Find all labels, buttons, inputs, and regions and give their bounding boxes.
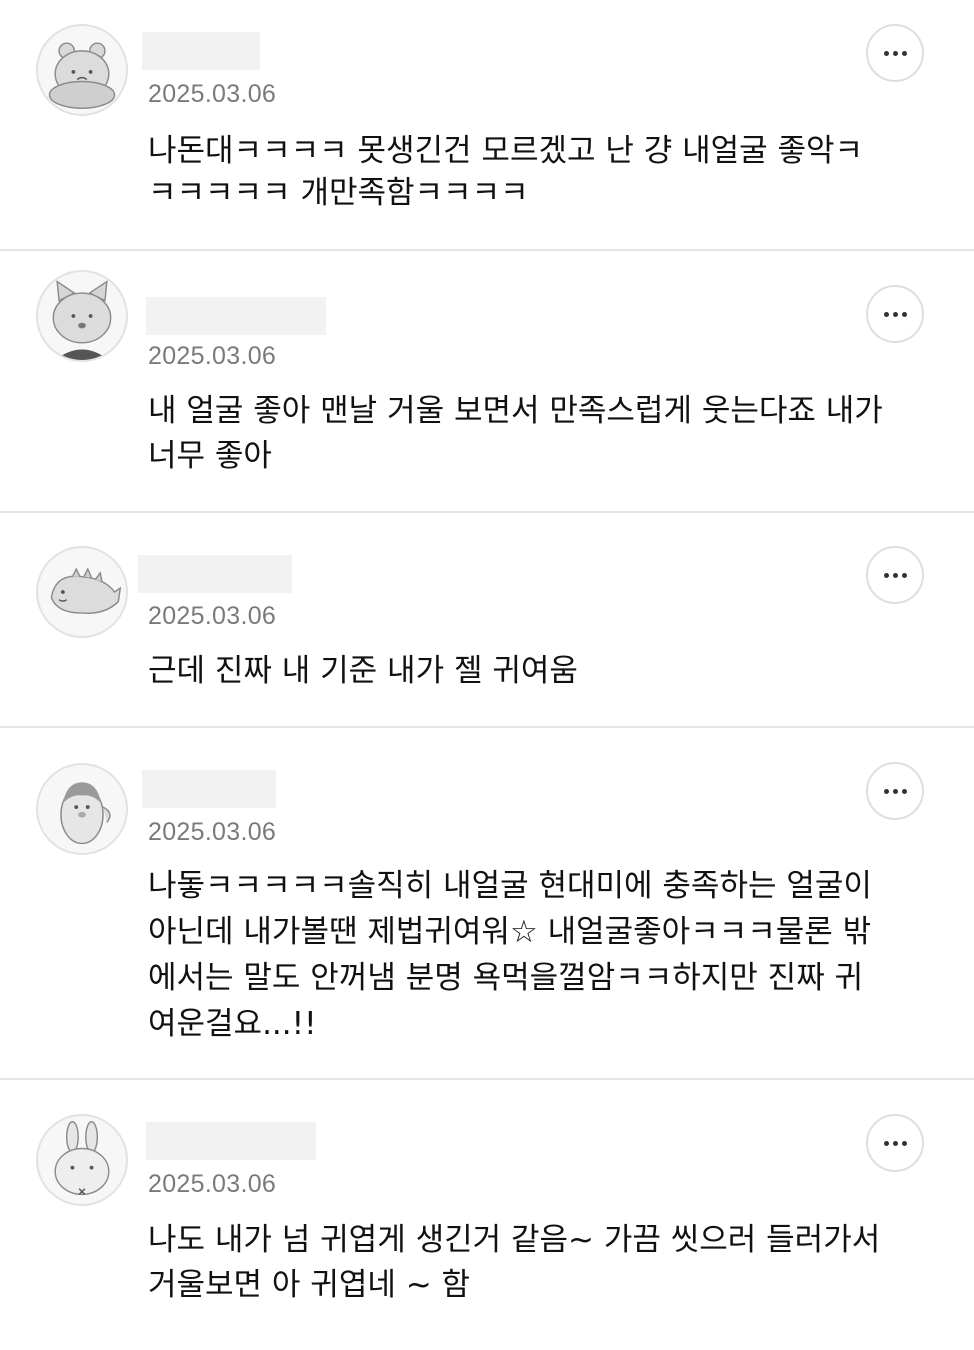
comment-item: 2025.03.06 근데 진짜 내 기준 내가 젤 귀여움: [0, 513, 974, 726]
comment-text-line: 나돈대ㅋㅋㅋㅋ 못생긴건 모르겠고 난 걍 내얼굴 좋악ㅋ: [148, 133, 864, 169]
comment-text-line: 나돟ㅋㅋㅋㅋㅋ솔직히 내얼굴 현대미에 충족하는 얼굴이: [148, 868, 872, 904]
username-redacted: [142, 770, 276, 808]
username-redacted: [146, 1122, 316, 1160]
comment-item: 2025.03.06 나도 내가 넘 귀엽게 생긴거 같음~ 가끔 씻으러 들러…: [0, 1080, 974, 1350]
comment-date: 2025.03.06: [148, 1170, 277, 1198]
ellipsis-icon: [883, 50, 907, 56]
avatar[interactable]: [36, 270, 128, 362]
avatar[interactable]: [36, 763, 128, 855]
comment-item: 2025.03.06 나돟ㅋㅋㅋㅋㅋ솔직히 내얼굴 현대미에 충족하는 얼굴이 …: [0, 728, 974, 1078]
rabbit-face-icon: [38, 1116, 126, 1204]
dinosaur-icon: [38, 548, 126, 636]
comment-text-line: ㅋㅋㅋㅋㅋ 개만족함ㅋㅋㅋㅋ: [148, 175, 529, 211]
comment-date: 2025.03.06: [148, 818, 277, 846]
comment-date: 2025.03.06: [148, 342, 277, 370]
username-redacted: [142, 32, 260, 70]
more-options-button[interactable]: [866, 546, 924, 604]
ellipsis-icon: [883, 311, 907, 317]
comment-text-line: 거울보면 아 귀엽네 ~ 함: [148, 1267, 471, 1303]
bear-face-icon: [38, 26, 126, 114]
ellipsis-icon: [883, 572, 907, 578]
comment-text-line: 에서는 말도 안꺼냄 분명 욕먹을껄암ㅋㅋ하지만 진짜 귀: [148, 960, 864, 996]
username-redacted: [138, 555, 292, 593]
comment-date: 2025.03.06: [148, 602, 277, 630]
ellipsis-icon: [883, 1140, 907, 1146]
comment-text-line: 나도 내가 넘 귀엽게 생긴거 같음~ 가끔 씻으러 들러가서: [148, 1222, 881, 1258]
cat-face-icon: [38, 272, 126, 360]
avatar[interactable]: [36, 546, 128, 638]
comment-text-line: 너무 좋아: [148, 438, 272, 474]
comment-item: 2025.03.06 나돈대ㅋㅋㅋㅋ 못생긴건 모르겠고 난 걍 내얼굴 좋악ㅋ…: [0, 0, 974, 250]
comment-text-line: 아닌데 내가볼땐 제법귀여워☆ 내얼굴좋아ㅋㅋㅋ물론 밖: [148, 914, 872, 950]
more-options-button[interactable]: [866, 24, 924, 82]
comment-text-line: 여운걸요...!!: [148, 1006, 317, 1042]
comment-date: 2025.03.06: [148, 80, 277, 108]
avatar[interactable]: [36, 1114, 128, 1206]
ellipsis-icon: [883, 788, 907, 794]
penguin-icon: [38, 765, 126, 853]
comment-text-line: 근데 진짜 내 기준 내가 젤 귀여움: [148, 653, 578, 689]
avatar[interactable]: [36, 24, 128, 116]
more-options-button[interactable]: [866, 285, 924, 343]
more-options-button[interactable]: [866, 762, 924, 820]
comment-item: 2025.03.06 내 얼굴 좋아 맨날 거울 보면서 만족스럽게 웃는다죠 …: [0, 251, 974, 511]
comment-text-line: 내 얼굴 좋아 맨날 거울 보면서 만족스럽게 웃는다죠 내가: [148, 393, 883, 429]
more-options-button[interactable]: [866, 1114, 924, 1172]
username-redacted: [146, 297, 326, 335]
